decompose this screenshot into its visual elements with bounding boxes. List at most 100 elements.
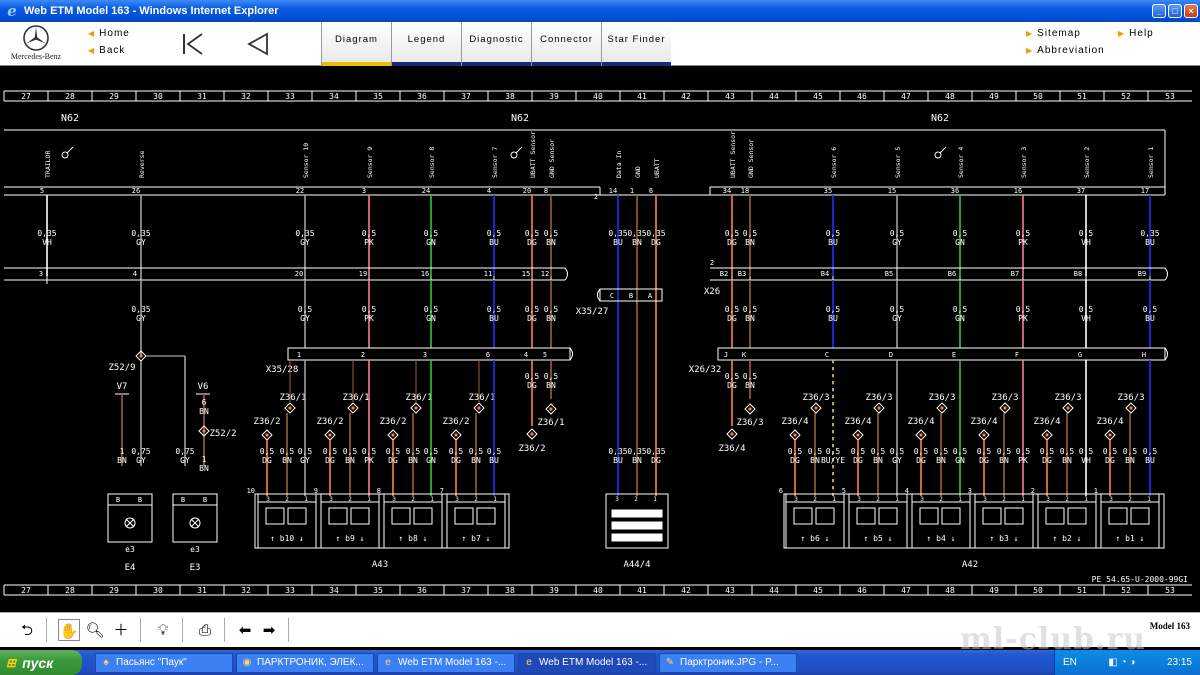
minimize-button[interactable]: _: [1152, 4, 1166, 18]
back-link[interactable]: ◀ Back: [88, 45, 125, 56]
wire-color-label: GY: [300, 456, 310, 465]
print-icon[interactable]: ⎙: [194, 619, 216, 641]
first-page-icon[interactable]: [181, 32, 205, 56]
toolbar-divider: [182, 618, 183, 642]
language-indicator[interactable]: EN: [1063, 657, 1077, 668]
taskbar-item-chrome[interactable]: ◉ ПАРКТРОНИК, ЭЛЕК...: [236, 652, 374, 673]
grid-number: 39: [549, 92, 559, 101]
wire-size-label: 0,5: [1060, 447, 1075, 456]
grid-number: 49: [989, 92, 999, 101]
taskbar-item-paint[interactable]: ✎ Парктроник.JPG - P...: [659, 652, 797, 673]
module-pin: 3: [920, 496, 924, 503]
pin-number: 1: [630, 187, 634, 195]
a44-element: [611, 533, 663, 542]
window-title: Web ETM Model 163 - Windows Internet Exp…: [24, 5, 279, 17]
taskbar-item-etm-2[interactable]: e Web ETM Model 163 -...: [518, 652, 656, 673]
module-number: 3: [968, 487, 972, 495]
close-button[interactable]: ×: [1184, 4, 1198, 18]
module-label-n62: N62: [61, 113, 79, 124]
system-tray: EN ◧ ◔ ◑ 23:15: [1054, 650, 1200, 675]
wire-color-label: DG: [527, 381, 537, 390]
wire-size-label: 0,5: [525, 305, 540, 314]
wire-color-label: BN: [199, 407, 209, 416]
wire-color-label: BN: [1062, 456, 1072, 465]
pin-function-label: GND: [634, 166, 642, 178]
wire-color-label: GY: [180, 456, 190, 465]
window-titlebar[interactable]: e Web ETM Model 163 - Windows Internet E…: [0, 0, 1200, 22]
wire-size-label: 0,5: [1103, 447, 1118, 456]
wire-color-label: BN: [471, 456, 481, 465]
wire-size-label: 0,5: [808, 447, 823, 456]
wire-size-label: 0,5: [997, 447, 1012, 456]
module-label: ↑ b5 ↓: [864, 534, 893, 543]
zoom-icon[interactable]: 🔍︎: [84, 619, 106, 641]
splice-dot: [1108, 433, 1112, 437]
splice-label: Z36/1: [537, 418, 564, 428]
wire-color-label: GY: [136, 314, 146, 323]
home-link[interactable]: ◀ Home: [88, 28, 130, 39]
abbreviation-link[interactable]: ▶ Abbreviation: [1026, 45, 1105, 56]
arrow-left-icon[interactable]: ⬅: [234, 619, 256, 641]
grid-number: 30: [153, 92, 163, 101]
main-tabs: Diagram Legend Diagnostic Connector Star…: [321, 22, 671, 66]
module-number: 5: [842, 487, 846, 495]
splice-dot: [549, 407, 553, 411]
maximize-button[interactable]: □: [1168, 4, 1182, 18]
arrow-right-icon[interactable]: ➡: [258, 619, 280, 641]
module-element: [941, 507, 961, 525]
wire-size-label: 0,35: [295, 229, 314, 238]
wire-color-label: BN: [745, 314, 755, 323]
splice-label: Z36/2: [442, 417, 469, 427]
x26-32-pin: C: [825, 351, 829, 359]
wire-size-label: 0,5: [544, 372, 559, 381]
grid-number: 35: [373, 92, 383, 101]
grid-number: 53: [1165, 92, 1175, 101]
sitemap-link[interactable]: ▶ Sitemap: [1026, 28, 1081, 39]
wire-size-label: 0,5: [424, 447, 439, 456]
lightbulb-icon[interactable]: 💡︎: [152, 619, 174, 641]
tab-diagram[interactable]: Diagram: [321, 22, 391, 66]
x35-28-pin: 2: [361, 351, 365, 359]
tab-legend[interactable]: Legend: [391, 22, 461, 66]
taskbar-item-solitaire[interactable]: ♠ Пасьянс "Паук": [95, 652, 233, 673]
wire-color-label: BN: [745, 381, 755, 390]
lamp-pin: B: [181, 496, 185, 504]
return-icon[interactable]: ⮌: [16, 619, 38, 641]
wiring-diagram[interactable]: 27 28 29 30 31 32 33 34 35 36 37 38 39 40 41 42 43 44 45 46…: [0, 66, 1200, 610]
splice-dot: [1045, 433, 1049, 437]
x26-break-mark: [564, 267, 568, 281]
x26-pin-number: 20: [295, 270, 303, 278]
mercedes-logo[interactable]: Mercedes-Benz: [6, 24, 66, 64]
splice-dot: [982, 433, 986, 437]
wire-color-label: BN: [873, 456, 883, 465]
tab-connector[interactable]: Connector: [531, 22, 601, 66]
splice-dot: [940, 406, 944, 410]
pin-function-label: GND Sensor: [548, 139, 556, 178]
splice-label: Z36/2: [518, 444, 545, 454]
wire-color-label: GY: [892, 314, 902, 323]
lamp-name: E4: [125, 563, 136, 573]
splice-dot: [877, 406, 881, 410]
x26-pin-number: B5: [885, 270, 893, 278]
pan-hand-icon[interactable]: ✋: [58, 619, 80, 641]
module-label: ↑ b10 ↓: [270, 534, 304, 543]
wire-size-label: 0,5: [788, 447, 803, 456]
wire-size-label: 0,5: [298, 305, 313, 314]
module-pin: 2: [474, 496, 478, 503]
tab-diagnostic[interactable]: Diagnostic: [461, 22, 531, 66]
start-button[interactable]: ⊞ пуск: [0, 650, 82, 675]
ie-icon: e: [385, 656, 391, 668]
wire-size-label: 0,5: [871, 447, 886, 456]
taskbar-item-etm-1[interactable]: e Web ETM Model 163 -...: [377, 652, 515, 673]
wire-color-label: BN: [810, 456, 820, 465]
help-link[interactable]: ▶ Help: [1118, 28, 1154, 39]
module-number: 10: [247, 487, 255, 495]
tray-icons[interactable]: ◧ ◔ ◑: [1108, 657, 1135, 668]
wire-color-label: DG: [651, 456, 661, 465]
wire-color-label: BN: [546, 314, 556, 323]
wire-color-label: DG: [527, 314, 537, 323]
grid-number: 45: [813, 586, 823, 595]
tab-star-finder[interactable]: Star Finder: [601, 22, 671, 66]
previous-page-icon[interactable]: [246, 32, 270, 56]
crosshair-icon[interactable]: ＋: [110, 619, 132, 641]
